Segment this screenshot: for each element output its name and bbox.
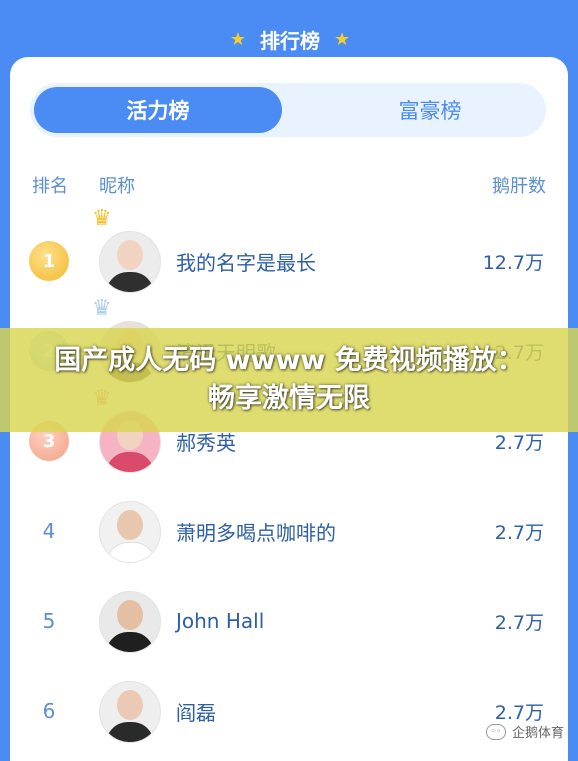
page-title: 排行榜 bbox=[260, 28, 320, 53]
score-value: 2.7万 bbox=[494, 521, 544, 544]
ranking-row[interactable]: 5 John Hall 2.7万 bbox=[0, 576, 578, 666]
rank-number: 4 bbox=[42, 519, 56, 543]
column-header-nickname: 昵称 bbox=[99, 176, 135, 197]
tab-vitality[interactable]: 活力榜 bbox=[34, 87, 282, 133]
tab-wealth[interactable]: 富豪榜 bbox=[318, 87, 542, 133]
avatar[interactable] bbox=[99, 591, 161, 653]
watermark: ◦◦ 企鹅体育 bbox=[485, 722, 564, 741]
nickname: 阎磊 bbox=[176, 700, 216, 725]
nickname: John Hall bbox=[176, 609, 265, 633]
crown-icon: ♛ bbox=[92, 296, 112, 321]
rank-number: 6 bbox=[42, 699, 56, 723]
star-icon: ★ bbox=[334, 28, 351, 50]
nickname: 我的名字是最长 bbox=[176, 250, 316, 275]
rank-cell: 1 bbox=[24, 216, 74, 306]
app-frame: ★ 排行榜 ★ 活力榜 富豪榜 排名 昵称 鹅肝数 1 ♛ 我的名字是最长 12… bbox=[0, 0, 578, 761]
gold-medal-icon: 1 bbox=[29, 241, 69, 281]
overlay-text: 国产成人无码 wwww 免费视频播放：畅享激情无限 bbox=[54, 345, 524, 414]
tab-switcher: 活力榜 富豪榜 bbox=[30, 83, 546, 137]
ranking-row[interactable]: 4 萧明多喝点咖啡的 2.7万 bbox=[0, 486, 578, 576]
watermark-text: 企鹅体育 bbox=[511, 726, 564, 741]
score-value: 12.7万 bbox=[482, 251, 544, 274]
score-value: 2.7万 bbox=[494, 611, 544, 634]
column-header-score: 鹅肝数 bbox=[492, 176, 546, 197]
overlay-banner: 国产成人无码 wwww 免费视频播放：畅享激情无限 bbox=[0, 328, 578, 432]
nickname: 萧明多喝点咖啡的 bbox=[176, 520, 336, 545]
crown-icon: ♛ bbox=[92, 206, 112, 231]
star-icon: ★ bbox=[229, 28, 246, 50]
ranking-row[interactable]: 1 ♛ 我的名字是最长 12.7万 bbox=[0, 206, 578, 306]
column-header-rank: 排名 bbox=[32, 176, 68, 197]
avatar[interactable] bbox=[99, 501, 161, 563]
rank-number: 5 bbox=[42, 609, 56, 633]
ranking-title-tab: ★ 排行榜 ★ bbox=[195, 16, 385, 62]
ranking-row[interactable]: 6 阎磊 2.7万 bbox=[0, 666, 578, 756]
score-value: 2.7万 bbox=[494, 701, 544, 724]
wechat-icon: ◦◦ bbox=[485, 723, 506, 740]
avatar[interactable] bbox=[99, 681, 161, 743]
avatar[interactable] bbox=[99, 231, 161, 293]
